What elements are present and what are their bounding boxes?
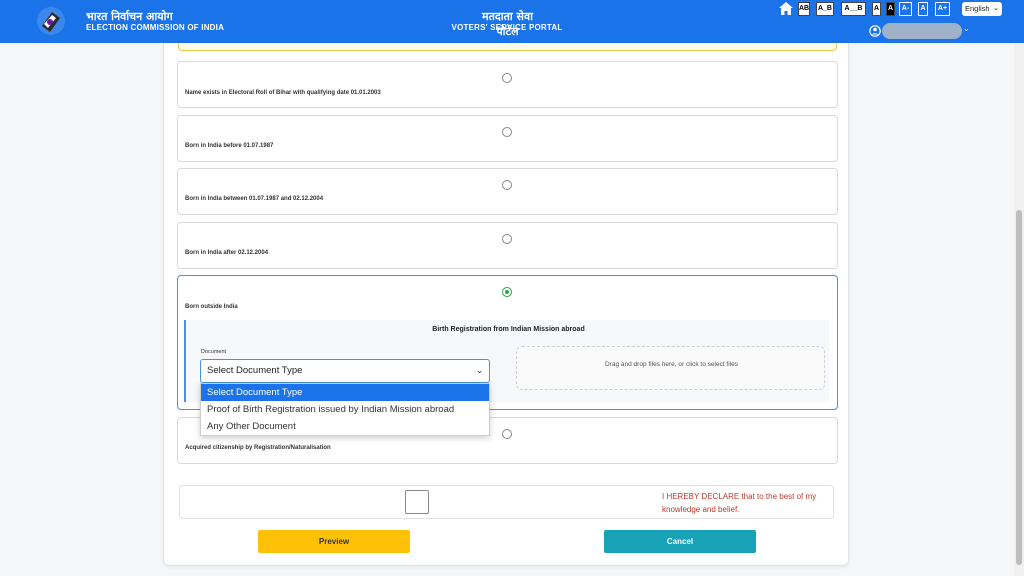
select-value: Select Document Type — [207, 365, 303, 376]
dropdown-option-birth-registration[interactable]: Proof of Birth Registration issued by In… — [201, 401, 489, 418]
radio-born-1987-2004[interactable] — [502, 180, 512, 190]
user-menu-chevron-icon[interactable]: ⌄ — [963, 24, 970, 33]
radio-citizenship-registration[interactable] — [502, 429, 512, 439]
language-value: English — [965, 4, 990, 13]
font-increase-button[interactable]: A+ — [935, 2, 950, 16]
spacing-a--b-button[interactable]: A__B — [841, 2, 866, 16]
spacing-a-b-button[interactable]: A_B — [816, 2, 834, 16]
declaration-text: I HEREBY DECLARE that to the best of my … — [662, 492, 817, 514]
option-label: Born in India after 02.12.2004 — [185, 250, 269, 256]
eci-logo-icon — [37, 7, 65, 35]
option-label: Acquired citizenship by Registration/Nat… — [185, 445, 331, 451]
home-icon[interactable] — [778, 1, 794, 16]
radio-born-after-2004[interactable] — [502, 234, 512, 244]
radio-born-before-1987[interactable] — [502, 127, 512, 137]
info-banner-edge — [178, 43, 837, 51]
file-dropzone[interactable]: Drag and drop files here, or click to se… — [516, 346, 825, 390]
preview-button[interactable]: Preview — [258, 530, 410, 553]
portal-title-english: VOTERS' SERVICE PORTAL — [451, 23, 563, 32]
document-type-dropdown: Select Document Type Proof of Birth Regi… — [200, 383, 490, 436]
font-normal-button[interactable]: A — [918, 2, 928, 16]
document-type-select[interactable]: Select Document Type ⌄ — [200, 359, 490, 383]
top-header: भारत निर्वाचन आयोग ELECTION COMMISSION O… — [0, 0, 1024, 43]
radio-born-outside-india[interactable] — [502, 287, 512, 297]
contrast-dark-button[interactable]: A — [886, 2, 895, 16]
chevron-down-icon: ⌄ — [476, 366, 483, 375]
option-card-electoral-roll[interactable]: Name exists in Electoral Roll of Bihar w… — [177, 61, 838, 108]
eci-title-english: ELECTION COMMISSION OF INDIA — [86, 23, 225, 32]
option-label: Born in India before 01.07.1987 — [185, 143, 274, 149]
dropdown-option-select-type[interactable]: Select Document Type — [201, 384, 489, 401]
scrollbar-thumb[interactable] — [1016, 210, 1022, 565]
option-label: Born in India between 01.07.1987 and 02.… — [185, 196, 324, 202]
radio-electoral-roll[interactable] — [502, 73, 512, 83]
dropzone-text: Drag and drop files here, or click to se… — [605, 361, 738, 368]
user-icon[interactable] — [869, 25, 881, 37]
option-label: Name exists in Electoral Roll of Bihar w… — [185, 90, 381, 96]
contrast-light-button[interactable]: A — [872, 2, 881, 16]
chevron-down-icon: ⌄ — [993, 5, 999, 12]
cancel-button[interactable]: Cancel — [604, 530, 756, 553]
sub-panel-title: Birth Registration from Indian Mission a… — [432, 326, 585, 333]
option-card-born-before-1987[interactable]: Born in India before 01.07.1987 — [177, 115, 838, 162]
option-card-born-1987-2004[interactable]: Born in India between 01.07.1987 and 02.… — [177, 168, 838, 215]
option-label: Born outside India — [185, 304, 238, 310]
font-decrease-button[interactable]: A- — [899, 2, 912, 16]
option-card-born-after-2004[interactable]: Born in India after 02.12.2004 — [177, 222, 838, 269]
declaration-checkbox[interactable] — [405, 490, 429, 514]
spacing-ab-button[interactable]: AB — [798, 2, 810, 16]
user-name-redacted — [882, 23, 962, 39]
document-label: Document — [201, 349, 227, 355]
language-select[interactable]: English ⌄ — [962, 2, 1002, 16]
dropdown-option-other-document[interactable]: Any Other Document — [201, 418, 489, 435]
eci-title-hindi: भारत निर्वाचन आयोग — [86, 10, 173, 23]
